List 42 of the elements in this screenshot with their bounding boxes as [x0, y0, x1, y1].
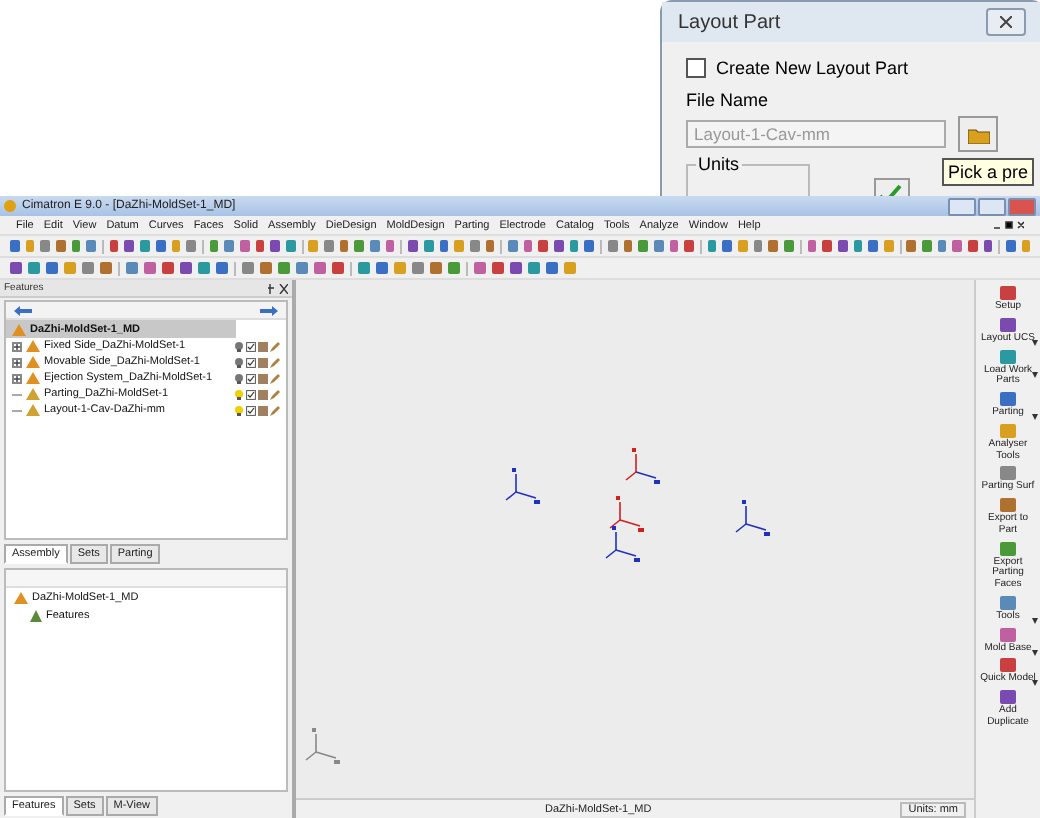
field-label: File Name [686, 90, 771, 110]
checkbox[interactable] [686, 58, 706, 78]
tooltip: Pick a pre [942, 158, 1035, 186]
dropdown-icon[interactable] [1032, 414, 1038, 420]
expand-icon[interactable] [12, 341, 22, 351]
check-icon[interactable] [246, 405, 256, 415]
axis-triad-drawing [735, 500, 770, 536]
check-icon[interactable] [246, 389, 256, 399]
dropdown-icon[interactable] [1032, 339, 1038, 346]
expand-icon[interactable] [12, 373, 22, 383]
bulb-icon[interactable] [234, 373, 244, 383]
bulb-icon[interactable] [234, 405, 244, 415]
app-icon [4, 200, 16, 212]
close-icon [1000, 16, 1012, 28]
bulb-icon[interactable] [234, 341, 244, 351]
group-label: Units [696, 154, 742, 174]
expand-icon[interactable] [12, 357, 22, 367]
window-controls-icon[interactable] [994, 220, 1024, 230]
folder-icon [967, 125, 989, 143]
bulb-icon[interactable] [234, 357, 244, 367]
dropdown-icon[interactable] [1032, 649, 1038, 655]
axis-triad-drawing [505, 468, 540, 504]
features-icon [30, 609, 42, 621]
close-button[interactable] [986, 8, 1026, 36]
pin-close-icon[interactable] [268, 283, 288, 293]
axis-triad-drawing [625, 448, 660, 484]
back-arrow-icon[interactable] [14, 305, 32, 315]
check-icon[interactable] [246, 373, 256, 383]
bulb-icon[interactable] [234, 389, 244, 399]
check-icon[interactable] [246, 341, 256, 351]
dropdown-icon[interactable] [1032, 617, 1038, 624]
check-icon[interactable] [246, 357, 256, 367]
dropdown-icon[interactable] [1032, 371, 1038, 377]
dropdown-icon[interactable] [1032, 680, 1038, 687]
forward-arrow-icon[interactable] [260, 305, 278, 315]
dialog-title: Layout Part [678, 11, 781, 33]
axis-triad-drawing [305, 728, 340, 764]
minimize-button[interactable] [948, 197, 976, 215]
axis-triad-drawing [609, 496, 644, 532]
checkbox-label: Create New Layout Part [716, 58, 909, 78]
axis-triad-drawing [605, 526, 640, 562]
folder-button[interactable] [958, 116, 998, 152]
